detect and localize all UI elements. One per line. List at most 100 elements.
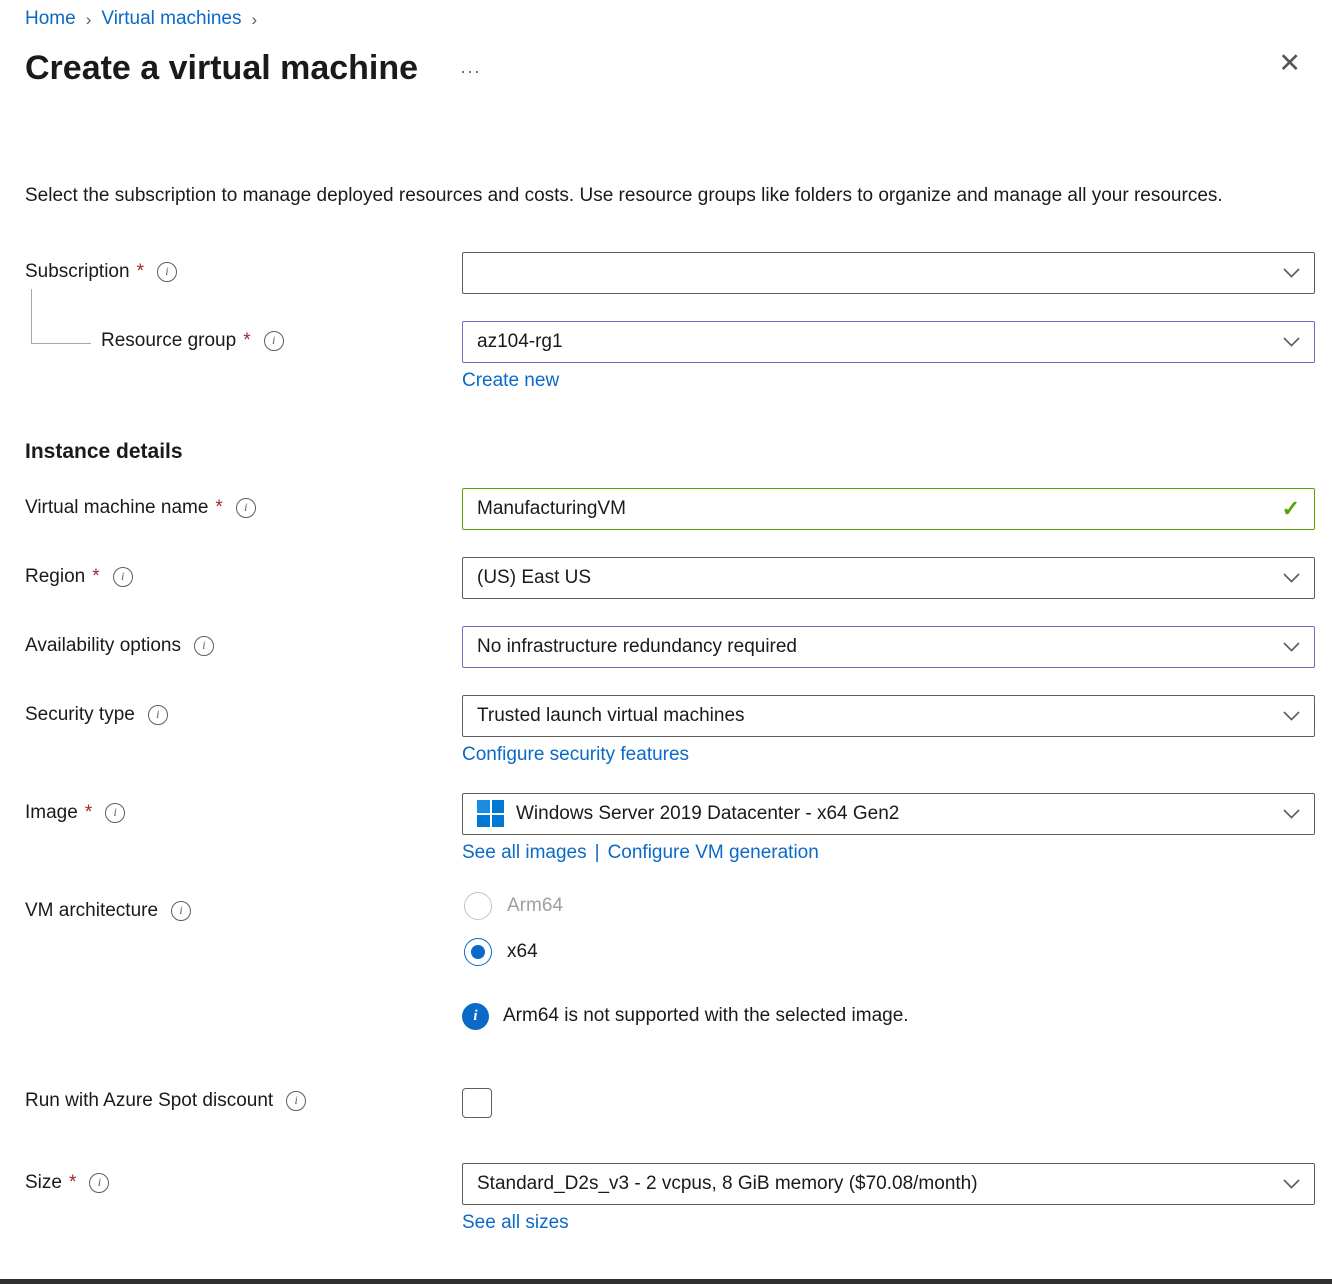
see-all-sizes-link[interactable]: See all sizes xyxy=(462,1212,569,1234)
required-marker: * xyxy=(215,497,222,519)
required-marker: * xyxy=(69,1172,76,1194)
size-links: See all sizes xyxy=(462,1212,1315,1234)
vm-name-input[interactable]: ManufacturingVM ✓ xyxy=(462,488,1315,530)
info-icon[interactable]: i xyxy=(89,1173,109,1193)
vm-name-label-group: Virtual machine name * i xyxy=(25,488,462,519)
info-filled-icon: i xyxy=(462,1003,489,1030)
size-control: Standard_D2s_v3 - 2 vcpus, 8 GiB memory … xyxy=(462,1163,1315,1234)
info-icon[interactable]: i xyxy=(157,262,177,282)
size-value: Standard_D2s_v3 - 2 vcpus, 8 GiB memory … xyxy=(477,1173,1271,1195)
security-type-links: Configure security features xyxy=(462,744,1315,766)
chevron-down-icon xyxy=(1283,337,1300,347)
field-image: Image * i Windows Server 2019 Datacenter… xyxy=(25,793,1315,864)
field-region: Region * i (US) East US xyxy=(25,557,1315,599)
subscription-label: Subscription xyxy=(25,261,130,283)
required-marker: * xyxy=(92,566,99,588)
more-menu-icon[interactable]: ··· xyxy=(460,62,481,80)
nesting-connector-line xyxy=(31,289,91,344)
info-icon[interactable]: i xyxy=(194,636,214,656)
image-label-group: Image * i xyxy=(25,793,462,824)
image-dropdown[interactable]: Windows Server 2019 Datacenter - x64 Gen… xyxy=(462,793,1315,835)
required-marker: * xyxy=(85,802,92,824)
field-resource-group: Resource group * i az104-rg1 Create new xyxy=(25,321,1315,392)
radio-arm64-label: Arm64 xyxy=(507,895,563,917)
info-icon[interactable]: i xyxy=(236,498,256,518)
see-all-images-link[interactable]: See all images xyxy=(462,842,587,864)
spot-label: Run with Azure Spot discount xyxy=(25,1090,273,1112)
region-control: (US) East US xyxy=(462,557,1315,599)
availability-options-label: Availability options xyxy=(25,635,181,657)
region-value: (US) East US xyxy=(477,567,1271,589)
valid-check-icon: ✓ xyxy=(1282,496,1300,522)
availability-options-value: No infrastructure redundancy required xyxy=(477,636,1271,658)
region-dropdown[interactable]: (US) East US xyxy=(462,557,1315,599)
image-links: See all images | Configure VM generation xyxy=(462,842,1315,864)
subscription-control xyxy=(462,252,1315,294)
security-type-dropdown[interactable]: Trusted launch virtual machines xyxy=(462,695,1315,737)
vm-name-control: ManufacturingVM ✓ xyxy=(462,488,1315,530)
image-label: Image xyxy=(25,802,78,824)
subscription-dropdown[interactable] xyxy=(462,252,1315,294)
breadcrumb-chevron-icon: › xyxy=(86,8,92,30)
close-icon[interactable]: ✕ xyxy=(1272,48,1307,79)
breadcrumb-home-link[interactable]: Home xyxy=(25,8,76,30)
breadcrumb: Home › Virtual machines › xyxy=(0,0,1332,30)
availability-options-label-group: Availability options i xyxy=(25,626,462,657)
region-label-group: Region * i xyxy=(25,557,462,588)
arch-info-message: i Arm64 is not supported with the select… xyxy=(462,1003,1315,1030)
resource-group-dropdown[interactable]: az104-rg1 xyxy=(462,321,1315,363)
link-separator: | xyxy=(595,842,600,864)
security-type-label-group: Security type i xyxy=(25,695,462,726)
page-title: Create a virtual machine xyxy=(25,48,418,89)
basics-form: Subscription * i Resource group * i xyxy=(25,252,1315,1234)
field-spot-discount: Run with Azure Spot discount i xyxy=(25,1086,1315,1123)
radio-x64[interactable] xyxy=(464,938,492,966)
vm-name-label: Virtual machine name xyxy=(25,497,208,519)
chevron-down-icon xyxy=(1283,711,1300,721)
image-value: Windows Server 2019 Datacenter - x64 Gen… xyxy=(516,803,1271,825)
vm-name-value: ManufacturingVM xyxy=(477,498,626,520)
size-dropdown[interactable]: Standard_D2s_v3 - 2 vcpus, 8 GiB memory … xyxy=(462,1163,1315,1205)
radio-option-arm64: Arm64 xyxy=(462,891,1315,921)
availability-options-control: No infrastructure redundancy required xyxy=(462,626,1315,668)
breadcrumb-virtual-machines-link[interactable]: Virtual machines xyxy=(101,8,241,30)
spot-checkbox[interactable] xyxy=(462,1088,492,1118)
vm-architecture-label: VM architecture xyxy=(25,900,158,922)
resource-group-value: az104-rg1 xyxy=(477,331,1271,353)
resource-group-label-group: Resource group * i xyxy=(25,321,462,352)
chevron-down-icon xyxy=(1283,809,1300,819)
resource-group-links: Create new xyxy=(462,370,1315,392)
security-type-label: Security type xyxy=(25,704,135,726)
instance-details-heading: Instance details xyxy=(25,440,1315,464)
create-new-link[interactable]: Create new xyxy=(462,370,559,392)
field-subscription: Subscription * i xyxy=(25,252,1315,294)
field-size: Size * i Standard_D2s_v3 - 2 vcpus, 8 Gi… xyxy=(25,1163,1315,1234)
configure-security-features-link[interactable]: Configure security features xyxy=(462,744,689,766)
info-icon[interactable]: i xyxy=(171,901,191,921)
radio-option-x64[interactable]: x64 xyxy=(462,937,1315,967)
field-vm-name: Virtual machine name * i ManufacturingVM… xyxy=(25,488,1315,530)
chevron-down-icon xyxy=(1283,573,1300,583)
size-label-group: Size * i xyxy=(25,1163,462,1194)
required-marker: * xyxy=(243,330,250,352)
info-icon[interactable]: i xyxy=(148,705,168,725)
create-vm-page: Home › Virtual machines › Create a virtu… xyxy=(0,0,1332,1284)
intro-text: Select the subscription to manage deploy… xyxy=(25,181,1295,212)
image-control: Windows Server 2019 Datacenter - x64 Gen… xyxy=(462,793,1315,864)
field-security-type: Security type i Trusted launch virtual m… xyxy=(25,695,1315,766)
availability-options-dropdown[interactable]: No infrastructure redundancy required xyxy=(462,626,1315,668)
info-icon[interactable]: i xyxy=(113,567,133,587)
required-marker: * xyxy=(137,261,144,283)
info-icon[interactable]: i xyxy=(286,1091,306,1111)
configure-vm-generation-link[interactable]: Configure VM generation xyxy=(608,842,819,864)
resource-group-label: Resource group xyxy=(101,330,236,352)
subscription-label-group: Subscription * i xyxy=(25,252,462,283)
info-icon[interactable]: i xyxy=(264,331,284,351)
info-icon[interactable]: i xyxy=(105,803,125,823)
chevron-down-icon xyxy=(1283,268,1300,278)
chevron-down-icon xyxy=(1283,1179,1300,1189)
bottom-edge-bar xyxy=(0,1279,1332,1284)
security-type-value: Trusted launch virtual machines xyxy=(477,705,1271,727)
spot-label-group: Run with Azure Spot discount i xyxy=(25,1086,462,1112)
field-availability-options: Availability options i No infrastructure… xyxy=(25,626,1315,668)
